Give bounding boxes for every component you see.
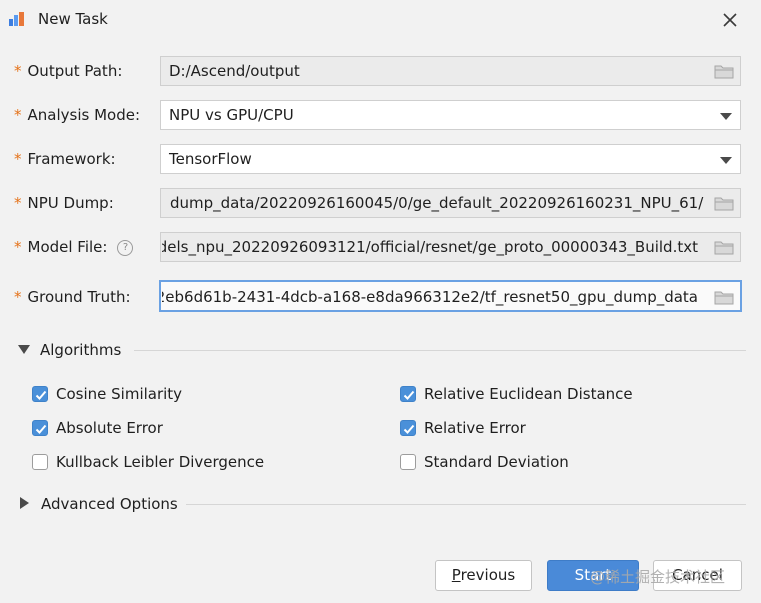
folder-icon[interactable] [714, 195, 734, 211]
folder-icon[interactable] [714, 239, 734, 255]
model-file-field[interactable]: nodels_npu_20220926093121/official/resne… [160, 232, 741, 262]
analysis-mode-select[interactable]: NPU vs GPU/CPU [160, 100, 741, 130]
collapse-triangle-icon [18, 345, 30, 354]
chevron-down-icon[interactable] [720, 157, 732, 164]
checkbox-unchecked-icon[interactable] [400, 454, 416, 470]
checkbox-checked-icon[interactable] [32, 386, 48, 402]
npu-dump-value: dump_data/20220926160045/0/ge_default_20… [170, 194, 704, 212]
algorithms-header[interactable]: Algorithms [18, 341, 121, 359]
npu-dump-label: * NPU Dump: [14, 194, 114, 212]
npu-dump-field[interactable]: dump_data/20220926160045/0/ge_default_20… [160, 188, 741, 218]
checkbox-cosine-similarity[interactable]: Cosine Similarity [32, 385, 182, 403]
required-marker: * [14, 238, 22, 256]
checkbox-relative-euclidean-distance[interactable]: Relative Euclidean Distance [400, 385, 633, 403]
ground-truth-value: j/2eb6d61b-2431-4dcb-a168-e8da966312e2/t… [162, 288, 698, 306]
ground-truth-field[interactable]: j/2eb6d61b-2431-4dcb-a168-e8da966312e2/t… [159, 280, 742, 312]
checkbox-checked-icon[interactable] [400, 420, 416, 436]
folder-icon[interactable] [714, 289, 734, 305]
checkbox-checked-icon[interactable] [400, 386, 416, 402]
app-logo-icon [9, 12, 24, 26]
required-marker: * [14, 62, 22, 80]
model-file-value: nodels_npu_20220926093121/official/resne… [162, 238, 698, 256]
model-file-label: * Model File:? [14, 238, 134, 256]
chevron-down-icon[interactable] [720, 113, 732, 120]
output-path-label: * Output Path: [14, 62, 123, 80]
framework-select[interactable]: TensorFlow [160, 144, 741, 174]
analysis-mode-value: NPU vs GPU/CPU [169, 106, 294, 124]
folder-icon[interactable] [714, 63, 734, 79]
checkbox-unchecked-icon[interactable] [32, 454, 48, 470]
required-marker: * [14, 288, 22, 306]
title-bar: New Task [0, 0, 761, 38]
framework-value: TensorFlow [169, 150, 252, 168]
expand-triangle-icon [20, 497, 29, 509]
window-title: New Task [38, 10, 108, 28]
output-path-value: D:/Ascend/output [169, 62, 300, 80]
checkbox-absolute-error[interactable]: Absolute Error [32, 419, 163, 437]
analysis-mode-label: * Analysis Mode: [14, 106, 140, 124]
checkbox-relative-error[interactable]: Relative Error [400, 419, 526, 437]
required-marker: * [14, 106, 22, 124]
advanced-options-header[interactable]: Advanced Options [18, 495, 178, 513]
framework-label: * Framework: [14, 150, 116, 168]
divider [186, 504, 746, 505]
checkbox-standard-deviation[interactable]: Standard Deviation [400, 453, 569, 471]
checkbox-kullback-leibler-divergence[interactable]: Kullback Leibler Divergence [32, 453, 264, 471]
ground-truth-label: * Ground Truth: [14, 288, 131, 306]
previous-button[interactable]: Previous [435, 560, 532, 591]
output-path-field[interactable]: D:/Ascend/output [160, 56, 741, 86]
required-marker: * [14, 194, 22, 212]
close-icon[interactable] [720, 10, 740, 30]
checkbox-checked-icon[interactable] [32, 420, 48, 436]
watermark: @稀土掘金技术社区 [590, 568, 726, 586]
required-marker: * [14, 150, 22, 168]
divider [134, 350, 746, 351]
help-icon[interactable]: ? [117, 240, 134, 256]
